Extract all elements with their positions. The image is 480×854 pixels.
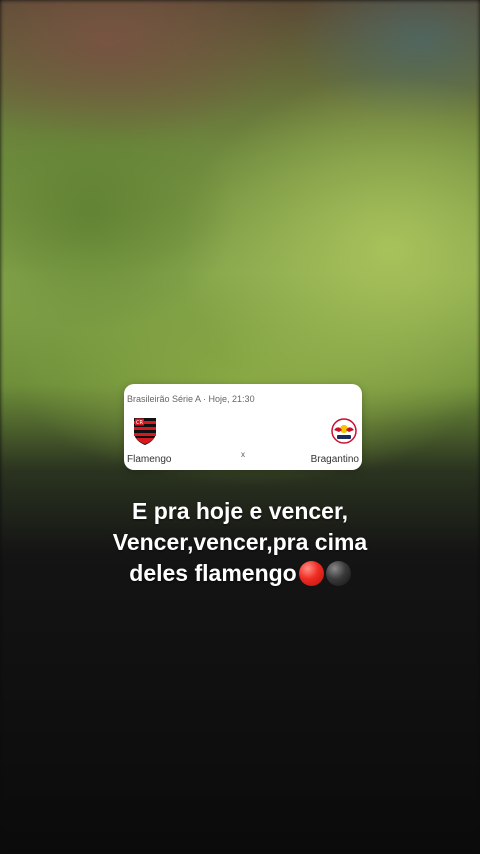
red-circle-emoji-icon [298,561,324,586]
match-header: Brasileirão Série A · Hoje, 21:30 [127,394,255,404]
caption-line-3-wrapper: deles flamengo [0,558,480,589]
flamengo-crest-icon: CR [134,418,156,445]
away-team-name: Bragantino [310,454,359,465]
red-bull-bragantino-crest-icon [331,418,357,444]
caption-line-3: deles flamengo [129,560,297,586]
home-team-name: Flamengo [127,454,172,465]
video-caption: E pra hoje e vencer, Vencer,vencer,pra c… [0,496,480,589]
versus-separator: x [241,450,245,459]
black-circle-emoji-icon [325,561,351,586]
caption-line-1: E pra hoje e vencer, [131,498,349,524]
svg-text:CR: CR [136,420,143,426]
caption-line-2: Vencer,vencer,pra cima [112,529,368,555]
match-card[interactable]: Brasileirão Série A · Hoje, 21:30 CR Fla… [124,384,362,470]
